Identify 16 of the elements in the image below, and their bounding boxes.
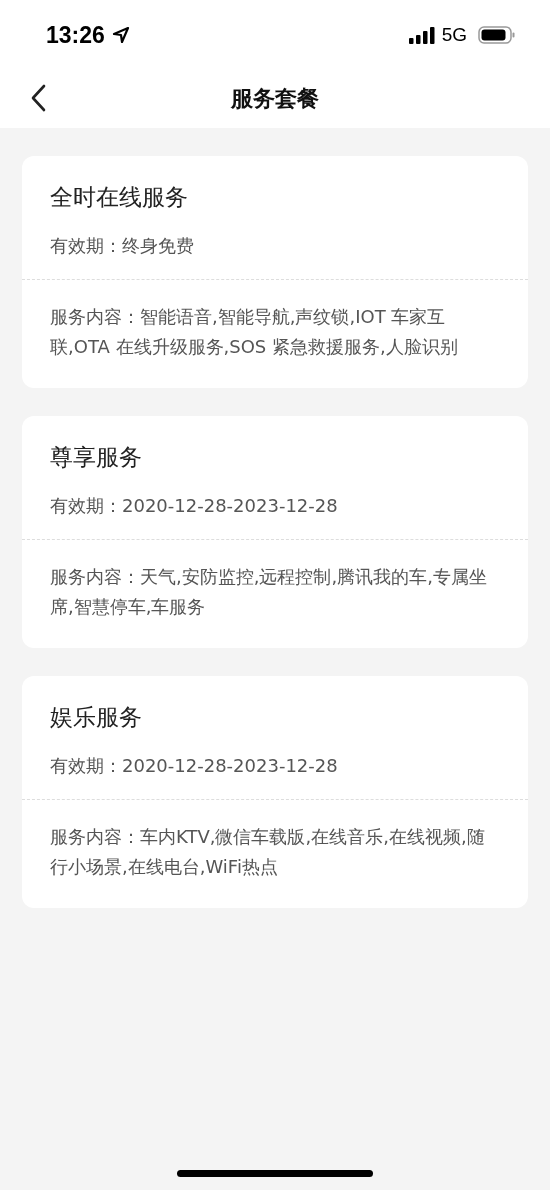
validity-text: 有效期：终身免费 — [50, 234, 195, 258]
service-content: 服务内容：智能语音,智能导航,声纹锁,IOT 车家互联,OTA 在线升级服务,SOS 紧急救援服务,人脸识别 — [50, 305, 459, 359]
network-label: 5G — [441, 24, 467, 46]
back-icon[interactable] — [30, 84, 46, 112]
battery-icon — [478, 26, 516, 44]
signal-icon — [408, 26, 435, 44]
package-name: 娱乐服务 — [50, 703, 143, 732]
status-time: 13:26 — [46, 21, 105, 49]
page-title: 服务套餐 — [231, 85, 319, 113]
service-content: 服务内容：天气,安防监控,远程控制,腾讯我的车,专属坐席,智慧停车,车服务 — [50, 565, 488, 619]
validity-text: 有效期：2020-12-28-2023-12-28 — [50, 494, 339, 518]
package-name: 尊享服务 — [50, 443, 143, 472]
package-name: 全时在线服务 — [50, 183, 189, 212]
service-content: 服务内容：车内KTV,微信车载版,在线音乐,在线视频,随行小场景,在线电台,WiFi热点 — [50, 825, 486, 879]
validity-text: 有效期：2020-12-28-2023-12-28 — [50, 754, 339, 778]
location-arrow-icon — [111, 26, 130, 44]
